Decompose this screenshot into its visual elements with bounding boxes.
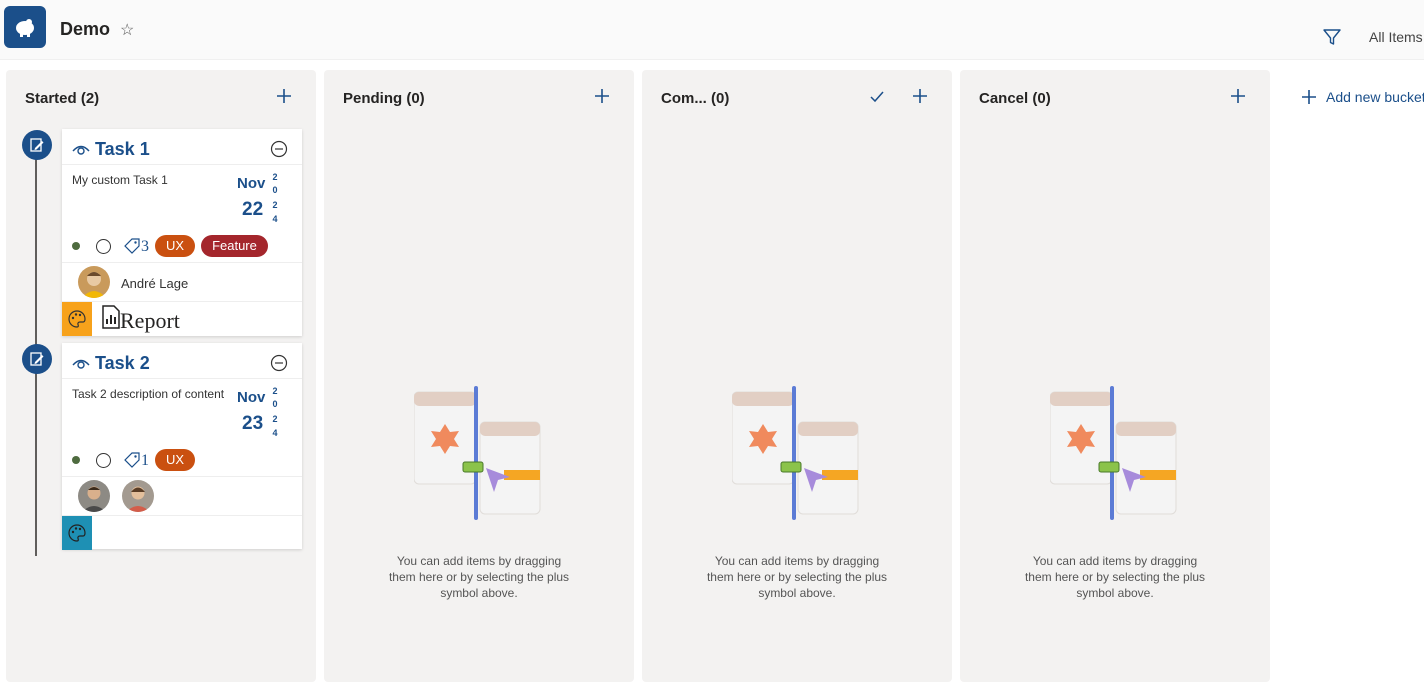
avatar-photo [78,266,110,298]
empty-bucket-hint: You can add items by dragging them here … [388,554,570,600]
add-task-plus-icon[interactable] [1228,86,1248,106]
bucket-title: Cancel (0) [979,90,1051,107]
page-title: Demo [60,19,111,39]
star-outline-icon[interactable]: ☆ [120,20,134,40]
task-title[interactable]: Task 1 [95,139,150,160]
task-meta-row: 3 UX Feature [72,235,274,257]
filter-icon[interactable] [1322,27,1342,47]
due-date-month: Nov [237,175,266,192]
attachment-name[interactable]: Report [120,308,180,334]
checkmark-icon[interactable] [868,88,886,106]
add-new-bucket-button[interactable]: Add new bucket [1300,88,1424,106]
divider [62,301,302,302]
eye-icon[interactable] [72,142,90,156]
task-description: Task 2 description of content [72,387,225,401]
tag-count-value: 3 [141,238,149,255]
bucket-pending: Pending (0) You can add items by draggin… [324,70,634,682]
add-new-bucket-label: Add new bucket [1326,89,1424,105]
priority-dot-icon [72,456,80,464]
palette-icon [68,524,86,542]
divider [62,476,302,477]
task-title[interactable]: Task 2 [95,353,150,374]
app-logo[interactable] [4,6,46,48]
empty-bucket-illustration [414,386,541,520]
task-meta-row: 1 UX [72,449,201,471]
divider [62,515,302,516]
assignee-name: André Lage [121,276,189,291]
progress-circle-icon[interactable] [96,238,111,254]
avatar[interactable] [78,266,110,298]
bucket-cancel: Cancel (0) You can add items by dragging… [960,70,1270,682]
avatar[interactable] [78,480,110,512]
report-document-icon[interactable] [101,305,121,329]
collapse-minus-icon[interactable] [270,140,288,158]
task-edit-node[interactable] [22,130,52,160]
task-card-header: Task 1 [62,129,302,165]
piggy-bank-icon [16,19,34,37]
eye-icon[interactable] [72,356,90,370]
label-ux[interactable]: UX [155,235,196,257]
top-bar: Demo ☆ All Items [0,0,1424,60]
palette-button[interactable] [62,302,92,336]
due-date-year-digit: 2 [272,386,278,396]
plus-icon [1302,90,1316,104]
progress-circle-icon[interactable] [96,452,111,468]
priority-dot-icon [72,242,80,250]
divider [62,262,302,263]
avatar-photo [78,480,110,512]
task-description: My custom Task 1 [72,173,168,187]
add-task-plus-icon[interactable] [592,86,612,106]
tag-icon [124,452,140,468]
due-date-year-digit: 0 [272,185,278,195]
avatar-photo [122,480,154,512]
tag-count-value: 1 [141,452,149,469]
due-date-year-digit: 4 [272,428,278,438]
task-edit-node[interactable] [22,344,52,374]
label-feature[interactable]: Feature [201,235,268,257]
empty-bucket-hint: You can add items by dragging them here … [706,554,888,600]
empty-bucket-illustration [732,386,859,520]
task-card[interactable]: Task 1 My custom Task 1 Nov 22 2 0 2 4 3… [62,129,302,336]
due-date-year-digit: 4 [272,214,278,224]
empty-bucket-hint: You can add items by dragging them here … [1024,554,1206,600]
view-selector[interactable]: All Items [1369,29,1423,45]
due-date-day: 23 [242,413,264,434]
label-ux[interactable]: UX [155,449,196,471]
due-date-year-digit: 2 [272,414,278,424]
add-task-plus-icon[interactable] [910,86,930,106]
tag-icon [124,238,140,254]
due-date-year-digit: 2 [272,172,278,182]
edit-note-icon [30,138,44,152]
palette-button[interactable] [62,516,92,550]
due-date-day: 22 [242,199,264,220]
tag-count[interactable]: 1 [123,451,149,469]
task-card[interactable]: Task 2 Task 2 description of content Nov… [62,343,302,550]
palette-icon [68,310,86,328]
empty-bucket-illustration [1050,386,1177,520]
edit-note-icon [30,352,44,366]
avatar[interactable] [122,480,154,512]
due-date-month: Nov [237,389,266,406]
add-task-plus-icon[interactable] [274,86,294,106]
tag-count[interactable]: 3 [123,237,149,255]
collapse-minus-icon[interactable] [270,354,288,372]
due-date-year-digit: 2 [272,200,278,210]
bucket-title: Started (2) [25,90,100,107]
task-card-header: Task 2 [62,343,302,379]
bucket-title: Com... (0) [661,90,730,107]
bucket-completed: Com... (0) You can add items by dragging… [642,70,952,682]
bucket-title: Pending (0) [343,90,425,107]
due-date-year-digit: 0 [272,399,278,409]
